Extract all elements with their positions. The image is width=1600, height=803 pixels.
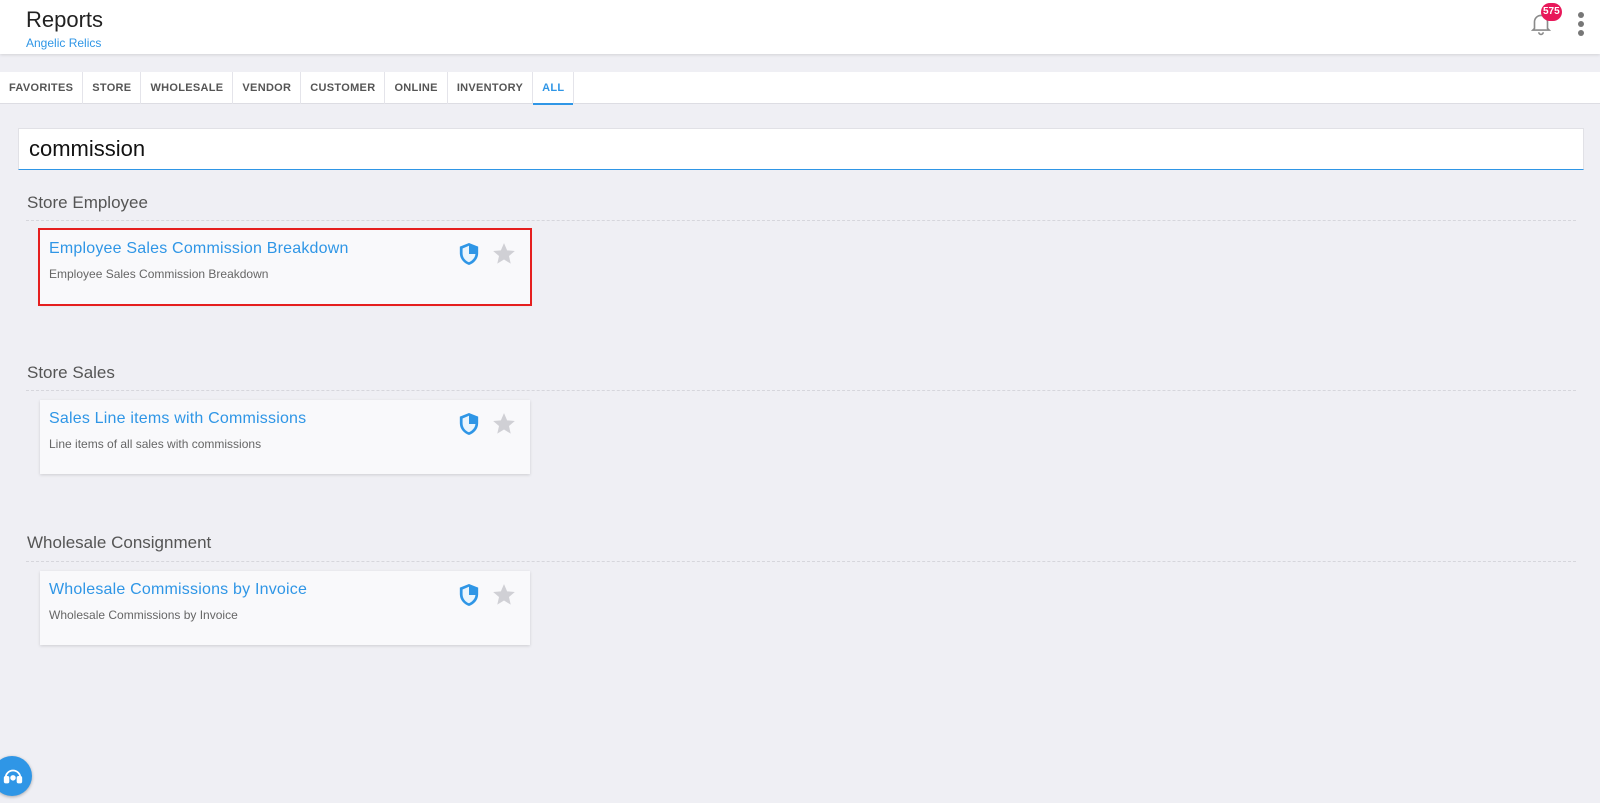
report-description: Wholesale Commissions by Invoice bbox=[49, 608, 238, 622]
tab-all[interactable]: ALL bbox=[533, 72, 575, 105]
tab-customer[interactable]: CUSTOMER bbox=[301, 72, 386, 104]
report-card-employee-sales-commission[interactable]: Employee Sales Commission Breakdown Empl… bbox=[38, 228, 532, 306]
shield-icon bbox=[458, 242, 480, 266]
star-icon[interactable] bbox=[491, 582, 517, 608]
store-name[interactable]: Angelic Relics bbox=[26, 36, 101, 50]
star-icon[interactable] bbox=[491, 241, 517, 267]
report-description: Employee Sales Commission Breakdown bbox=[49, 267, 269, 281]
report-card-wholesale-commissions-invoice[interactable]: Wholesale Commissions by Invoice Wholesa… bbox=[40, 571, 530, 645]
page-title: Reports bbox=[26, 7, 104, 32]
tab-vendor[interactable]: VENDOR bbox=[233, 72, 302, 104]
report-card-sales-line-items-commissions[interactable]: Sales Line items with Commissions Line i… bbox=[40, 400, 530, 474]
section-divider bbox=[26, 561, 1576, 562]
app-header: Reports Angelic Relics 575 bbox=[0, 0, 1600, 54]
report-search-input[interactable] bbox=[18, 128, 1584, 170]
tab-favorites[interactable]: FAVORITES bbox=[0, 72, 84, 104]
section-title-store-employee: Store Employee bbox=[27, 193, 148, 212]
notification-badge[interactable]: 575 bbox=[1541, 3, 1562, 21]
section-title-store-sales: Store Sales bbox=[27, 363, 115, 382]
shield-icon bbox=[458, 412, 480, 436]
section-divider bbox=[26, 390, 1576, 391]
report-title[interactable]: Sales Line items with Commissions bbox=[49, 410, 306, 428]
tab-store[interactable]: STORE bbox=[83, 72, 142, 104]
tab-online[interactable]: ONLINE bbox=[385, 72, 448, 104]
help-fab-icon[interactable] bbox=[0, 756, 32, 796]
shield-icon bbox=[458, 583, 480, 607]
report-description: Line items of all sales with commissions bbox=[49, 437, 262, 451]
tab-wholesale[interactable]: WHOLESALE bbox=[141, 72, 234, 104]
more-vertical-icon[interactable] bbox=[1574, 10, 1588, 38]
section-divider bbox=[26, 220, 1576, 221]
tab-inventory[interactable]: INVENTORY bbox=[448, 72, 534, 104]
report-title[interactable]: Wholesale Commissions by Invoice bbox=[49, 581, 307, 599]
report-title[interactable]: Employee Sales Commission Breakdown bbox=[49, 240, 349, 258]
section-title-wholesale-consignment: Wholesale Consignment bbox=[27, 533, 212, 552]
report-category-tabs: FAVORITES STORE WHOLESALE VENDOR CUSTOME… bbox=[0, 72, 1600, 105]
star-icon[interactable] bbox=[491, 411, 517, 437]
